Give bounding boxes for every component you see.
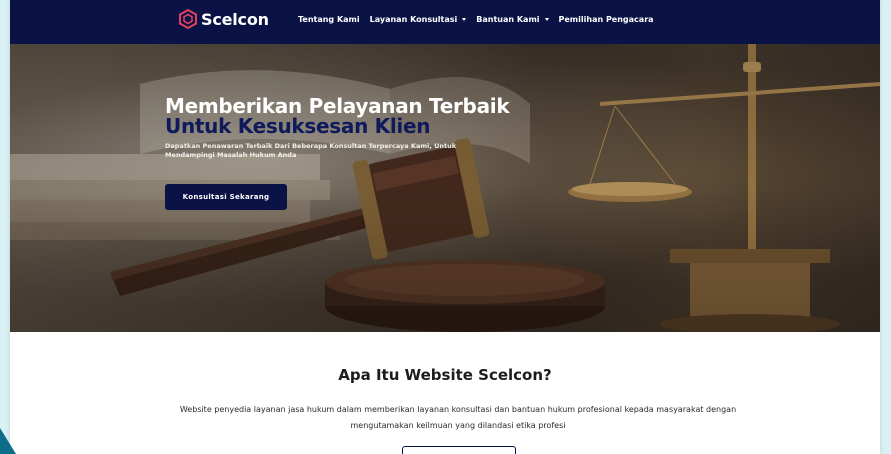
nav-item-pemilihan-pengacara[interactable]: Pemilihan Pengacara [559,15,654,24]
caret-down-icon [544,18,549,21]
about-section: Apa Itu Website Scelcon? Website penyedi… [10,332,880,454]
hero-subtitle: Untuk Kesuksesan Klien [165,114,431,138]
hero-banner: Memberikan Pelayanan Terbaik Untuk Kesuk… [10,44,880,332]
about-more-button[interactable] [402,446,516,454]
hexagon-logo-icon [179,9,197,29]
hero-overlay [10,44,880,332]
page-corner-accent [0,428,16,454]
nav-item-label: Pemilihan Pengacara [558,15,654,24]
hero-description: Dapatkan Penawaran Terbaik Dari Beberapa… [165,142,457,159]
about-text: Website penyedia layanan jasa hukum dala… [179,405,737,430]
nav-item-bantuan-kami[interactable]: Bantuan Kami [476,15,549,24]
top-navbar: Scelcon Tentang Kami Layanan Konsultasi … [10,0,880,44]
nav-item-layanan-konsultasi[interactable]: Layanan Konsultasi [370,15,467,24]
brand-name: Scelcon [201,9,269,29]
nav-item-tentang-kami[interactable]: Tentang Kami [298,15,360,24]
caret-down-icon [462,18,467,21]
nav-item-label: Bantuan Kami [476,15,540,24]
nav-menu: Tentang Kami Layanan Konsultasi Bantuan … [298,15,654,24]
browser-page: Scelcon Tentang Kami Layanan Konsultasi … [10,0,880,454]
nav-item-label: Tentang Kami [298,15,360,24]
brand[interactable]: Scelcon [178,9,269,29]
konsultasi-sekarang-button[interactable]: Konsultasi Sekarang [165,184,287,210]
about-title: Apa Itu Website Scelcon? [338,366,552,384]
nav-item-label: Layanan Konsultasi [369,15,458,24]
